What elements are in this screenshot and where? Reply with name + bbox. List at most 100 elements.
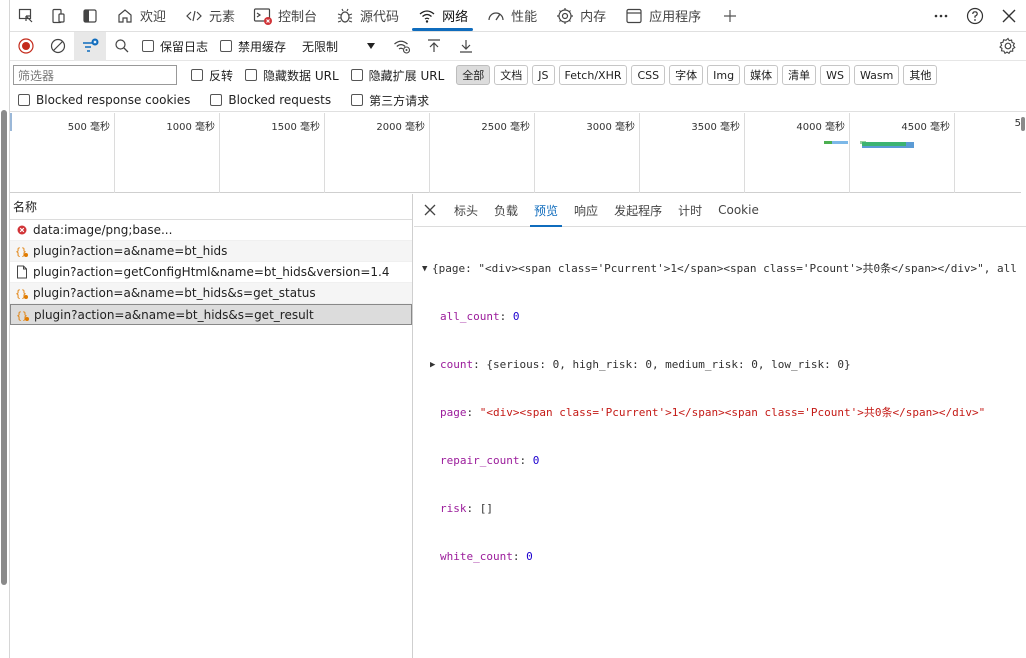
- tab-payload[interactable]: 负载: [486, 194, 526, 227]
- add-tab-icon[interactable]: [714, 0, 746, 31]
- tab-elements[interactable]: 元素: [175, 0, 244, 31]
- disable-cache-label: 禁用缓存: [238, 39, 287, 54]
- search-icon[interactable]: [106, 32, 138, 61]
- type-filter-manifest[interactable]: 清单: [782, 65, 817, 85]
- expanded-triangle-icon[interactable]: ▼: [422, 261, 432, 277]
- timeline-request-bar: [862, 142, 906, 146]
- collapsed-triangle-icon[interactable]: ▶: [430, 357, 440, 373]
- tab-headers[interactable]: 标头: [446, 194, 486, 227]
- type-filter-img[interactable]: Img: [707, 65, 741, 85]
- tab-memory[interactable]: 内存: [546, 0, 615, 31]
- checkbox-box[interactable]: [351, 94, 364, 106]
- checkbox-box[interactable]: [210, 94, 223, 106]
- throttle-select[interactable]: 无限制: [298, 35, 380, 57]
- tab-initiator[interactable]: 发起程序: [606, 194, 670, 227]
- document-icon: [15, 265, 29, 279]
- request-row[interactable]: plugin?action=getConfigHtml&name=bt_hids…: [10, 262, 412, 283]
- dock-panel-icon[interactable]: [74, 0, 106, 31]
- name-column-header[interactable]: 名称: [10, 194, 412, 220]
- json-key: page: [440, 406, 467, 419]
- tabbar-actions: [924, 0, 1026, 32]
- throttle-value: 无限制: [302, 39, 339, 54]
- request-row-selected[interactable]: {} plugin?action=a&name=bt_hids&s=get_re…: [10, 304, 412, 325]
- tab-label: 元素: [209, 10, 236, 25]
- preserve-log-label: 保留日志: [160, 39, 209, 54]
- checkbox-box[interactable]: [245, 69, 258, 81]
- code-icon: [184, 6, 204, 26]
- checkbox-box[interactable]: [350, 69, 363, 81]
- timeline-column: 2000 毫秒: [325, 113, 430, 193]
- json-key: repair_count: [440, 454, 520, 467]
- invert-checkbox[interactable]: 反转: [191, 67, 233, 84]
- network-overview-timeline[interactable]: 500 毫秒 1000 毫秒 1500 毫秒 2000 毫秒 2500 毫秒 3…: [10, 113, 1021, 193]
- type-filter-css[interactable]: CSS: [631, 65, 666, 85]
- request-row[interactable]: data:image/png;base...: [10, 220, 412, 241]
- network-conditions-icon[interactable]: [386, 32, 418, 61]
- type-filter-other[interactable]: 其他: [903, 65, 938, 85]
- tab-welcome[interactable]: 欢迎: [106, 0, 175, 31]
- settings-gear-icon[interactable]: [992, 32, 1024, 61]
- filter-input[interactable]: 筛选器: [13, 65, 177, 85]
- request-name: plugin?action=a&name=bt_hids&s=get_resul…: [34, 307, 314, 322]
- json-key: all_count: [440, 310, 500, 323]
- close-details-icon[interactable]: [414, 194, 446, 227]
- third-party-checkbox[interactable]: 第三方请求: [351, 92, 429, 109]
- preserve-log-checkbox[interactable]: 保留日志: [142, 38, 208, 55]
- clear-button[interactable]: [42, 32, 74, 61]
- hide-ext-url-checkbox[interactable]: 隐藏扩展 URL: [350, 67, 444, 84]
- json-value: 0: [532, 454, 540, 467]
- type-filter-font[interactable]: 字体: [669, 65, 704, 85]
- tab-preview[interactable]: 预览: [526, 194, 566, 227]
- blocked-requests-checkbox[interactable]: Blocked requests: [210, 93, 331, 107]
- checkbox-box[interactable]: [142, 40, 154, 52]
- timeline-tick: 5: [1014, 118, 1021, 129]
- close-icon[interactable]: [992, 9, 1026, 23]
- type-filter-doc[interactable]: 文档: [494, 65, 529, 85]
- type-filter-wasm[interactable]: Wasm: [853, 65, 900, 85]
- timeline-column: 5: [955, 113, 1021, 193]
- checkbox-box[interactable]: [191, 69, 203, 81]
- type-filter-fetch-xhr[interactable]: Fetch/XHR: [558, 65, 628, 85]
- type-filter-media[interactable]: 媒体: [744, 65, 779, 85]
- request-row[interactable]: {} plugin?action=a&name=bt_hids: [10, 241, 412, 262]
- wifi-icon: [417, 6, 437, 26]
- type-filter-js[interactable]: JS: [532, 65, 555, 85]
- timeline-scrollbar[interactable]: [1021, 113, 1026, 193]
- json-key: count: [440, 358, 474, 371]
- tab-label: 欢迎: [140, 10, 167, 25]
- tab-performance[interactable]: 性能: [477, 0, 546, 31]
- device-emulation-icon[interactable]: [42, 0, 74, 31]
- timeline-column: 1500 毫秒: [220, 113, 325, 193]
- request-row[interactable]: {} plugin?action=a&name=bt_hids&s=get_st…: [10, 283, 412, 304]
- filter-toggle-icon[interactable]: [74, 31, 106, 61]
- more-options-icon[interactable]: [924, 8, 958, 24]
- tab-response[interactable]: 响应: [566, 194, 606, 227]
- checkbox-box[interactable]: [18, 94, 30, 106]
- json-root-line[interactable]: ▼ {page: "<div><span class='Pcurrent'>1<…: [422, 261, 1026, 277]
- blocked-cookies-checkbox[interactable]: Blocked response cookies: [18, 93, 190, 107]
- json-key: white_count: [440, 550, 513, 563]
- record-button[interactable]: [10, 32, 42, 61]
- export-har-icon[interactable]: [450, 32, 482, 61]
- filter-placeholder: 筛选器: [18, 68, 55, 83]
- json-property: repair_count: 0: [440, 454, 540, 467]
- inspect-icon[interactable]: [10, 0, 42, 31]
- json-property[interactable]: ▶ count: {serious: 0, high_risk: 0, medi…: [422, 357, 1026, 373]
- import-har-icon[interactable]: [418, 32, 450, 61]
- tab-network[interactable]: 网络: [408, 0, 477, 31]
- tab-cookies[interactable]: Cookie: [710, 194, 767, 227]
- tab-application[interactable]: 应用程序: [615, 0, 710, 31]
- disable-cache-checkbox[interactable]: 禁用缓存: [220, 38, 286, 55]
- json-key: risk: [440, 502, 467, 515]
- tab-sources[interactable]: 源代码: [326, 0, 408, 31]
- filter-bar: 筛选器 反转 隐藏数据 URL 隐藏扩展 URL 全部 文档 JS Fetch/…: [10, 61, 1026, 89]
- json-value: {serious: 0, high_risk: 0, medium_risk: …: [486, 358, 851, 371]
- type-filter-ws[interactable]: WS: [820, 65, 850, 85]
- hide-data-url-checkbox[interactable]: 隐藏数据 URL: [245, 67, 339, 84]
- checkbox-box[interactable]: [220, 40, 233, 52]
- type-filter-all[interactable]: 全部: [456, 65, 491, 85]
- help-icon[interactable]: [958, 7, 992, 25]
- scrollbar[interactable]: [1, 110, 7, 585]
- tab-console[interactable]: 控制台: [244, 0, 326, 31]
- tab-timing[interactable]: 计时: [670, 194, 710, 227]
